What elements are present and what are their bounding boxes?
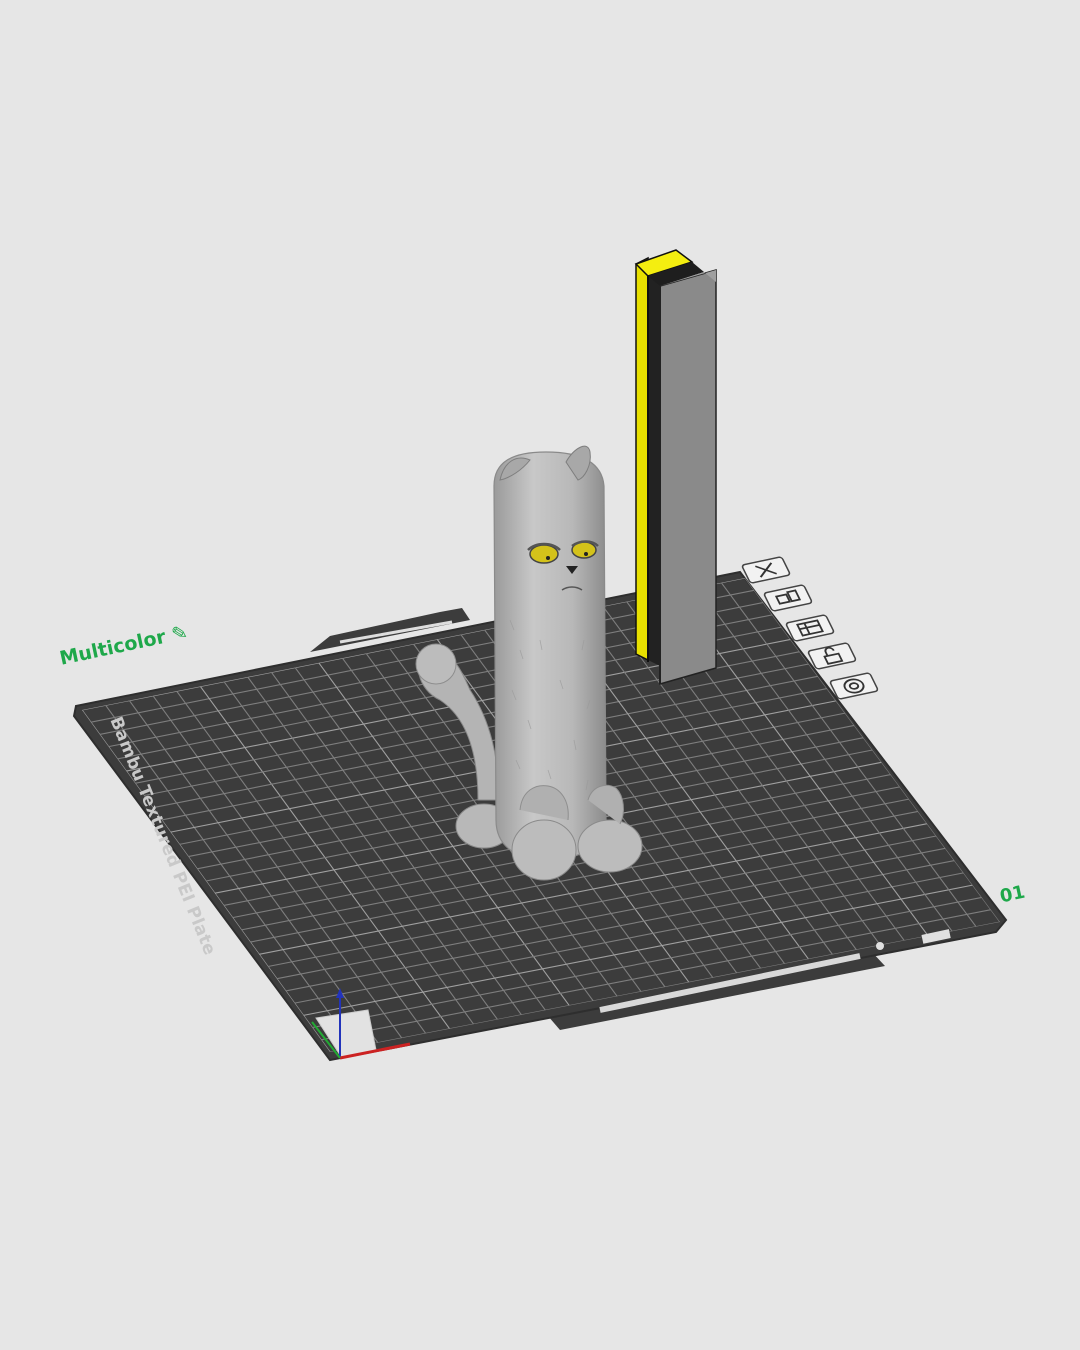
close-plate-button[interactable]	[741, 556, 791, 584]
prime-tower-black	[648, 272, 660, 666]
plate-settings-button[interactable]	[785, 614, 835, 642]
arrange-button[interactable]	[763, 584, 813, 612]
cat-left-paw	[511, 819, 577, 881]
3d-viewport[interactable]	[0, 0, 1080, 1350]
prime-tower-grey	[659, 269, 717, 685]
cat-left-eye	[529, 544, 559, 564]
prime-tower[interactable]	[634, 249, 717, 685]
cat-right-paw	[577, 819, 643, 873]
lock-plate-button[interactable]	[807, 642, 857, 670]
plate-front-marker	[876, 942, 884, 950]
prime-tower-yellow	[635, 256, 649, 662]
orient-button[interactable]	[829, 672, 879, 700]
